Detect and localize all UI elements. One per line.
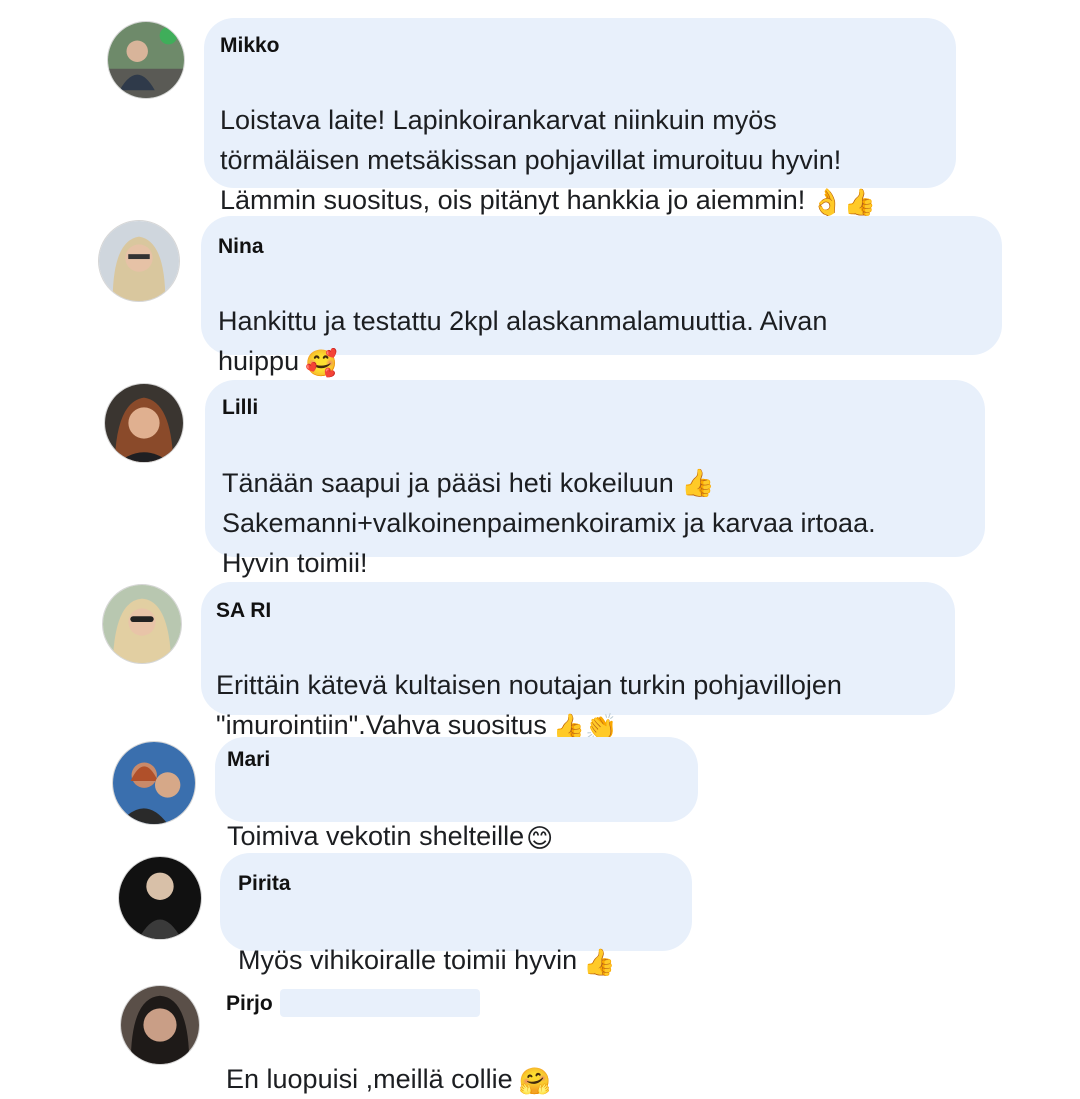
comment-author[interactable]: Pirjo — [226, 992, 273, 1016]
comment-author[interactable]: SA RI — [216, 599, 271, 623]
avatar[interactable] — [104, 383, 184, 463]
comment-item: SA RI Erittäin kätevä kultaisen noutajan… — [0, 578, 1080, 740]
redacted-surname — [280, 989, 480, 1017]
emoji: 🥰 — [305, 348, 338, 378]
comment-item: Lilli Tänään saapui ja pääsi heti kokeil… — [0, 375, 1080, 578]
user-avatar-icon — [103, 585, 181, 663]
user-avatar-icon — [121, 986, 199, 1064]
comment-author[interactable]: Mari — [227, 748, 270, 772]
comment-text: Erittäin kätevä kultaisen noutajan turki… — [216, 625, 951, 745]
avatar[interactable] — [98, 220, 180, 302]
comment-author[interactable]: Lilli — [222, 396, 258, 420]
avatar[interactable] — [107, 21, 185, 99]
comment-body: Erittäin kätevä kultaisen noutajan turki… — [216, 670, 842, 740]
comment-text: Tänään saapui ja pääsi heti kokeiluun 👍 … — [222, 423, 982, 583]
comment-item: Nina Hankittu ja testattu 2kpl alaskanma… — [0, 200, 1080, 376]
comment-item: Mikko Loistava laite! Lapinkoirankarvat … — [0, 0, 1080, 215]
comment-body: Myös vihikoiralle toimii hyvin — [238, 945, 578, 975]
emoji: 🤗 — [518, 1066, 552, 1096]
comment-text: Hankittu ja testattu 2kpl alaskanmalamuu… — [218, 261, 993, 381]
avatar[interactable] — [118, 856, 202, 940]
user-avatar-icon — [113, 742, 195, 824]
comment-author[interactable]: Nina — [218, 235, 264, 259]
comment-text: Loistava laite! Lapinkoirankarvat niinku… — [220, 60, 945, 220]
avatar[interactable] — [102, 584, 182, 664]
comment-body: Toimiva vekotin shelteille — [227, 821, 525, 851]
comment-body: Loistava laite! Lapinkoirankarvat niinku… — [220, 105, 842, 215]
user-avatar-icon — [105, 384, 183, 462]
comment-author[interactable]: Mikko — [220, 34, 280, 58]
user-avatar-icon — [119, 857, 201, 939]
comment-author[interactable]: Pirita — [238, 872, 291, 896]
emoji: 👍 — [583, 947, 616, 977]
user-avatar-icon — [99, 221, 179, 301]
comment-item: Pirita Myös vihikoiralle toimii hyvin 👍 — [0, 848, 1080, 975]
user-avatar-icon — [108, 22, 184, 98]
comment-body: En luopuisi ,meillä collie — [226, 1064, 513, 1094]
comment-text: Toimiva vekotin shelteille😊 — [227, 776, 692, 856]
comment-text: Myös vihikoiralle toimii hyvin 👍 — [238, 900, 688, 980]
comment-body: Tänään saapui ja pääsi heti kokeiluun 👍 … — [222, 468, 876, 578]
avatar[interactable] — [120, 985, 200, 1065]
comment-item: Pirjo En luopuisi ,meillä collie 🤗 — [0, 975, 1080, 1094]
comment-text: En luopuisi ,meillä collie 🤗 — [226, 1019, 826, 1099]
comment-item: Mari Toimiva vekotin shelteille😊 — [0, 733, 1080, 851]
redacted-surname — [310, 872, 440, 894]
avatar[interactable] — [112, 741, 196, 825]
